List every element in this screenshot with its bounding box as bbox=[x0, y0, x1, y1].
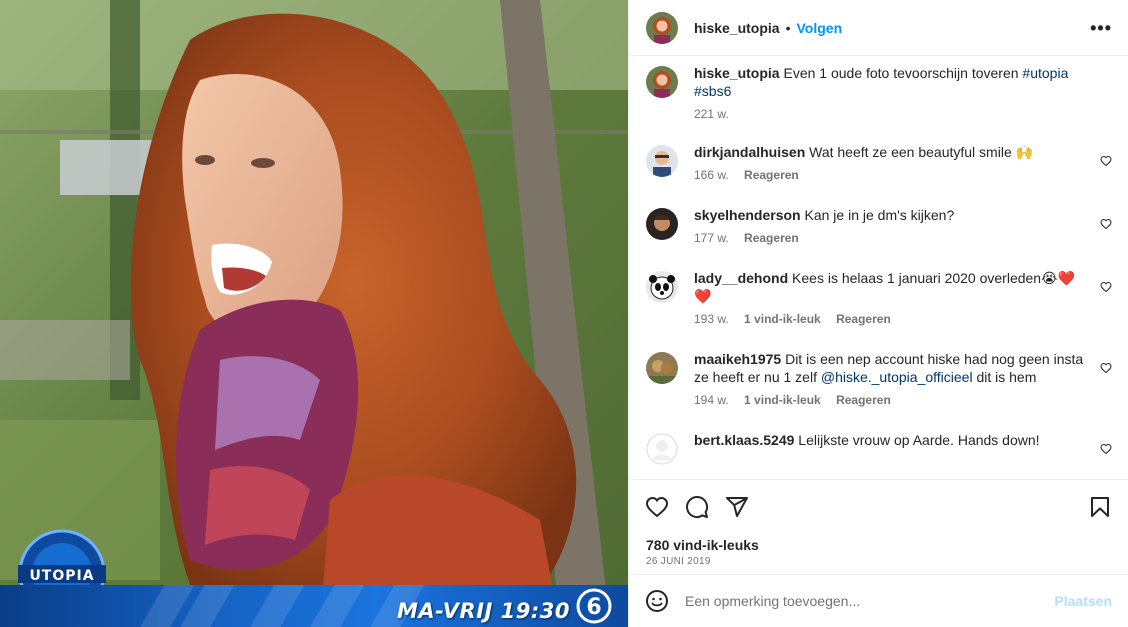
paper-plane-icon[interactable] bbox=[725, 495, 749, 519]
show-time-label: MA-VRIJ 19:30 bbox=[396, 599, 570, 623]
comment-item: lady__dehond Kees is helaas 1 januari 20… bbox=[646, 269, 1112, 326]
comment-text: Kan je in je dm's kijken? bbox=[804, 207, 955, 223]
caption-text: Even 1 oude foto tevoorschijn toveren bbox=[783, 65, 1019, 81]
post-sidebar: hiske_utopia • Volgen ••• hiske_utopia E… bbox=[628, 0, 1128, 627]
svg-text:6: 6 bbox=[586, 595, 601, 620]
hashtag-link[interactable]: #sbs6 bbox=[694, 83, 731, 99]
comment-username[interactable]: dirkjandalhuisen bbox=[694, 144, 805, 160]
avatar[interactable] bbox=[646, 145, 678, 177]
timestamp: 166 w. bbox=[694, 168, 729, 182]
hashtag-link[interactable]: #utopia bbox=[1022, 65, 1068, 81]
action-bar bbox=[629, 479, 1128, 533]
reply-button[interactable]: Reageren bbox=[744, 231, 799, 245]
heart-icon[interactable] bbox=[645, 495, 669, 519]
timestamp: 177 w. bbox=[694, 231, 729, 245]
comment-item: bert.klaas.5249 Lelijkste vrouw op Aarde… bbox=[646, 431, 1112, 465]
comment-username[interactable]: bert.klaas.5249 bbox=[694, 432, 794, 448]
broadcast-banner: MA-VRIJ 19:30 6 bbox=[0, 585, 628, 627]
smiley-icon[interactable] bbox=[645, 589, 669, 613]
heart-icon[interactable] bbox=[1100, 218, 1112, 230]
avatar[interactable] bbox=[646, 11, 678, 44]
comment-item: maaikeh1975 Dit is een nep account hiske… bbox=[646, 350, 1112, 407]
avatar[interactable] bbox=[646, 433, 678, 465]
caption-username[interactable]: hiske_utopia bbox=[694, 65, 780, 81]
avatar[interactable] bbox=[646, 208, 678, 240]
heart-icon[interactable] bbox=[1100, 362, 1112, 374]
post-comment-button[interactable]: Plaatsen bbox=[1054, 593, 1112, 609]
comment-text: Wat heeft ze een beautyful smile 🙌 bbox=[809, 144, 1034, 160]
heart-icon[interactable] bbox=[1100, 281, 1112, 293]
reply-button[interactable]: Reageren bbox=[744, 168, 799, 182]
caption: hiske_utopia Even 1 oude foto tevoorschi… bbox=[646, 64, 1112, 121]
follow-button[interactable]: Volgen bbox=[797, 20, 843, 36]
reply-button[interactable]: Reageren bbox=[836, 393, 891, 407]
like-total[interactable]: 780 vind-ik-leuks bbox=[629, 533, 1128, 553]
comment-text-after: dit is hem bbox=[976, 369, 1037, 385]
bookmark-icon[interactable] bbox=[1088, 495, 1112, 519]
comment-item: skyelhenderson Kan je in je dm's kijken?… bbox=[646, 206, 1112, 245]
reply-button[interactable]: Reageren bbox=[836, 312, 891, 326]
timestamp: 221 w. bbox=[694, 107, 729, 121]
comment-composer: Plaatsen bbox=[629, 574, 1128, 627]
timestamp: 193 w. bbox=[694, 312, 729, 326]
comment-bubble-icon[interactable] bbox=[685, 495, 709, 519]
comment-input[interactable] bbox=[685, 593, 1055, 609]
more-options-icon[interactable]: ••• bbox=[1090, 19, 1112, 37]
svg-text:UTOPIA: UTOPIA bbox=[29, 568, 94, 584]
comment-item: dirkjandalhuisen Wat heeft ze een beauty… bbox=[646, 143, 1112, 182]
mention-link[interactable]: @hiske._utopia_officieel bbox=[821, 369, 973, 385]
comment-username[interactable]: maaikeh1975 bbox=[694, 351, 781, 367]
avatar[interactable] bbox=[646, 352, 678, 384]
comment-username[interactable]: skyelhenderson bbox=[694, 207, 801, 223]
post-header: hiske_utopia • Volgen ••• bbox=[629, 0, 1128, 56]
like-count[interactable]: 1 vind-ik-leuk bbox=[744, 312, 821, 326]
header-username[interactable]: hiske_utopia bbox=[694, 20, 780, 36]
heart-icon[interactable] bbox=[1100, 155, 1112, 167]
timestamp: 194 w. bbox=[694, 393, 729, 407]
comment-text: Lelijkste vrouw op Aarde. Hands down! bbox=[798, 432, 1040, 448]
comment-list[interactable]: hiske_utopia Even 1 oude foto tevoorschi… bbox=[629, 56, 1128, 479]
separator-dot: • bbox=[785, 19, 791, 36]
sbs6-logo: 6 bbox=[576, 588, 612, 624]
comment-username[interactable]: lady__dehond bbox=[694, 270, 788, 286]
avatar[interactable] bbox=[646, 271, 678, 303]
like-count[interactable]: 1 vind-ik-leuk bbox=[744, 393, 821, 407]
post-view: UTOPIA MA-VRIJ 19:30 6 hiske_utopia • Vo… bbox=[0, 0, 1128, 627]
post-date: 26 JUNI 2019 bbox=[646, 556, 711, 567]
heart-icon[interactable] bbox=[1100, 443, 1112, 455]
post-image[interactable]: UTOPIA MA-VRIJ 19:30 6 bbox=[0, 0, 628, 627]
avatar[interactable] bbox=[646, 66, 678, 98]
